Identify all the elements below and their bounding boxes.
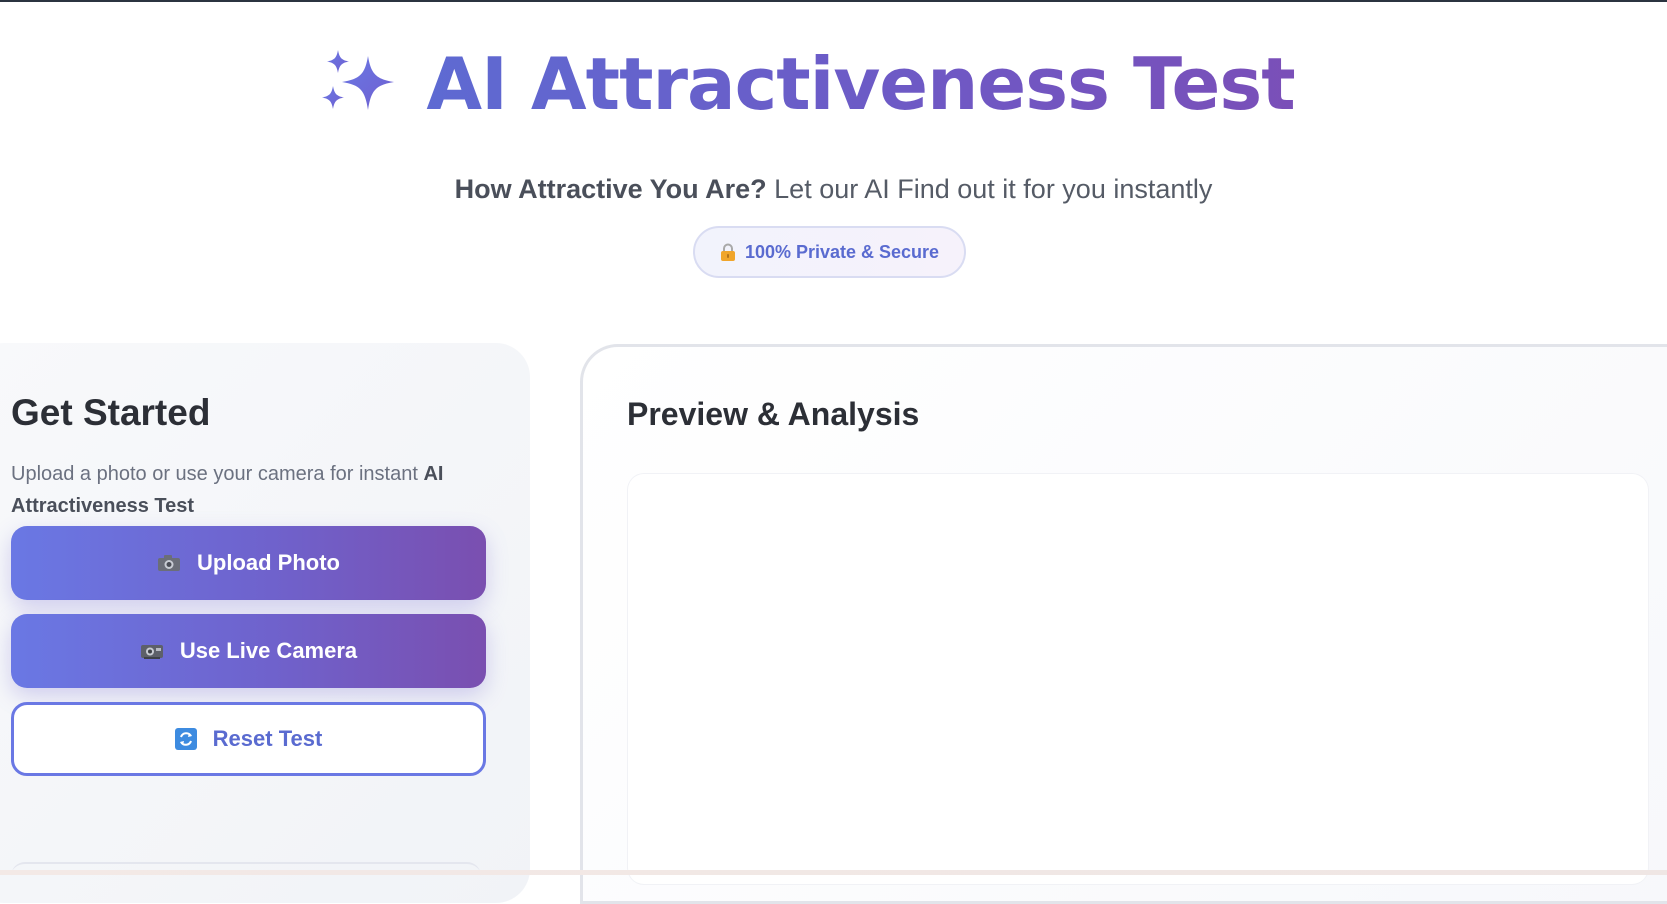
preview-area <box>628 474 1648 884</box>
sparkles-icon <box>322 50 395 110</box>
refresh-icon <box>174 728 197 750</box>
live-camera-button[interactable]: Use Live Camera <box>11 614 486 688</box>
camera-icon <box>157 554 181 572</box>
live-camera-label: Use Live Camera <box>179 638 358 663</box>
page-subtitle: How Attractive You Are? Let our AI Find … <box>0 174 1667 205</box>
page-title: AI Attractiveness Test <box>426 42 1295 126</box>
privacy-badge: 100% Private & Secure <box>693 226 966 278</box>
upload-photo-label: Upload Photo <box>197 550 340 575</box>
page-header: AI Attractiveness Test How Attractive Yo… <box>0 0 1667 300</box>
video-camera-icon <box>140 642 164 660</box>
reset-test-button[interactable]: Reset Test <box>11 702 486 776</box>
subtitle-text: Let our AI Find out it for you instantly <box>766 174 1213 204</box>
title-row: AI Attractiveness Test <box>0 48 1667 120</box>
get-started-heading: Get Started <box>11 392 211 433</box>
badge-text: 100% Private & Secure <box>744 241 940 262</box>
subtitle-bold: How Attractive You Are? <box>454 174 767 204</box>
get-started-description: Upload a photo or use your camera for in… <box>11 458 471 522</box>
preview-heading: Preview & Analysis <box>627 396 920 432</box>
upload-photo-button[interactable]: Upload Photo <box>11 526 486 600</box>
lock-icon <box>720 243 735 261</box>
bottom-edge <box>0 870 1667 875</box>
description-text: Upload a photo or use your camera for in… <box>11 463 424 485</box>
reset-test-label: Reset Test <box>212 726 323 751</box>
